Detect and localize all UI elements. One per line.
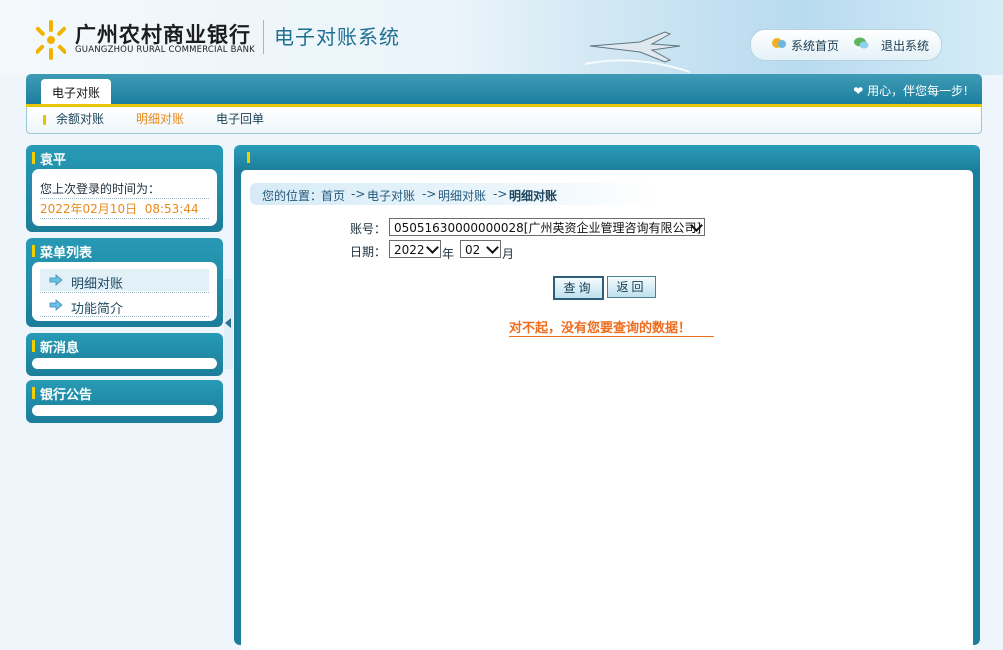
account-value: 05051630000000028[广州英资企业管理咨询有限公司] [394,221,702,235]
month-select[interactable]: 02 [460,240,501,258]
query-button[interactable]: 查询 [553,276,604,300]
breadcrumb-home[interactable]: 首页 [321,187,345,204]
sub-nav-detail[interactable]: 明细对账 [136,110,184,127]
divider [40,198,209,199]
tab-electronic-reconciliation[interactable]: 电子对账 [41,79,111,105]
main-content: 您的位置： 首页 -> 电子对账 -> 明细对账 -> 明细对账 账号： 050… [241,170,973,650]
month-suffix: 月 [502,247,515,261]
breadcrumb-current: 明细对账 [509,189,558,203]
slogan: ❤ 用心，伴您每一步! [853,84,968,98]
last-login-label: 您上次登录的时间为： [40,182,161,196]
notice-panel: 银行公告 [26,380,223,423]
user-panel-body: 您上次登录的时间为： 2022年02月10日 08:53:44 [32,169,217,226]
breadcrumb-prefix: 您的位置： [262,189,323,203]
divider [40,316,209,317]
year-value: 2022 [394,243,425,257]
notice-panel-title: 银行公告 [40,388,93,403]
menu-panel: 菜单列表 明细对账 功能简介 [26,238,223,327]
exclaim-icon: ! [963,84,968,98]
main-nav: 电子对账 ❤ 用心，伴您每一步! 余额对账 明细对账 电子回单 [26,74,982,134]
user-name: 袁平 [40,153,67,168]
breadcrumb-sep: -> [422,187,437,201]
date-label: 日期： [350,245,387,259]
sub-nav-balance[interactable]: 余额对账 [56,110,104,127]
chevron-down-icon [426,241,439,254]
menu-item-intro[interactable]: 功能简介 [40,294,209,317]
breadcrumb-level1[interactable]: 电子对账 [367,187,415,204]
panel-marker [32,245,35,257]
divider [40,292,209,293]
back-button[interactable]: 返回 [607,276,656,298]
sub-nav: 余额对账 明细对账 电子回单 [26,107,982,134]
divider [40,218,209,219]
home-link[interactable]: 系统首页 [791,37,839,54]
menu-item-detail[interactable]: 明细对账 [40,269,209,292]
logout-link[interactable]: 退出系统 [881,37,929,54]
panel-marker [32,387,35,399]
heart-icon: ❤ [853,84,868,98]
last-login-time: 2022年02月10日 08:53:44 [40,202,199,216]
bank-logo-icon [36,20,66,60]
news-panel-body [32,358,217,369]
airplane-icon [584,31,690,73]
account-select[interactable]: 05051630000000028[广州英资企业管理咨询有限公司] [389,218,705,236]
menu-item-label: 功能简介 [71,302,124,317]
header-divider [263,20,264,54]
year-suffix: 年 [442,247,455,261]
menu-panel-title: 菜单列表 [40,246,93,261]
breadcrumb-sep: -> [351,187,366,201]
panel-marker [32,340,35,352]
year-select[interactable]: 2022 [389,240,441,258]
system-title: 电子对账系统 [274,25,400,49]
top-links-bar: 系统首页 退出系统 [750,29,942,61]
panel-marker [32,152,35,164]
arrow-right-icon [49,274,63,286]
user-panel: 袁平 您上次登录的时间为： 2022年02月10日 08:53:44 [26,145,223,232]
nav-tab-bar: 电子对账 ❤ 用心，伴您每一步! [26,74,982,105]
header: 广州农村商业银行 GUANGZHOU RURAL COMMERCIAL BANK… [0,0,1003,75]
collapse-left-icon [225,318,231,328]
arrow-right-icon [49,299,63,311]
message-underline [509,336,714,337]
bank-name-en: GUANGZHOU RURAL COMMERCIAL BANK [75,45,255,55]
breadcrumb: 您的位置： 首页 -> 电子对账 -> 明细对账 -> 明细对账 [250,183,660,205]
breadcrumb-level2[interactable]: 明细对账 [438,187,486,204]
chat-icon [854,37,869,49]
no-data-message: 对不起，没有您要查询的数据！ [509,321,692,336]
account-label: 账号： [350,222,387,236]
panel-marker [247,152,250,163]
chevron-down-icon [486,241,499,254]
sub-nav-receipt[interactable]: 电子回单 [216,110,264,127]
main-panel: 您的位置： 首页 -> 电子对账 -> 明细对账 -> 明细对账 账号： 050… [234,145,980,650]
news-panel-title: 新消息 [40,341,80,356]
news-panel: 新消息 [26,333,223,376]
notice-panel-body [32,405,217,416]
menu-item-label: 明细对账 [71,277,124,292]
month-value: 02 [465,243,481,257]
menu-panel-body: 明细对账 功能简介 [32,262,217,321]
home-icon [772,38,786,48]
sub-nav-marker [43,115,46,125]
breadcrumb-sep: -> [493,187,508,201]
